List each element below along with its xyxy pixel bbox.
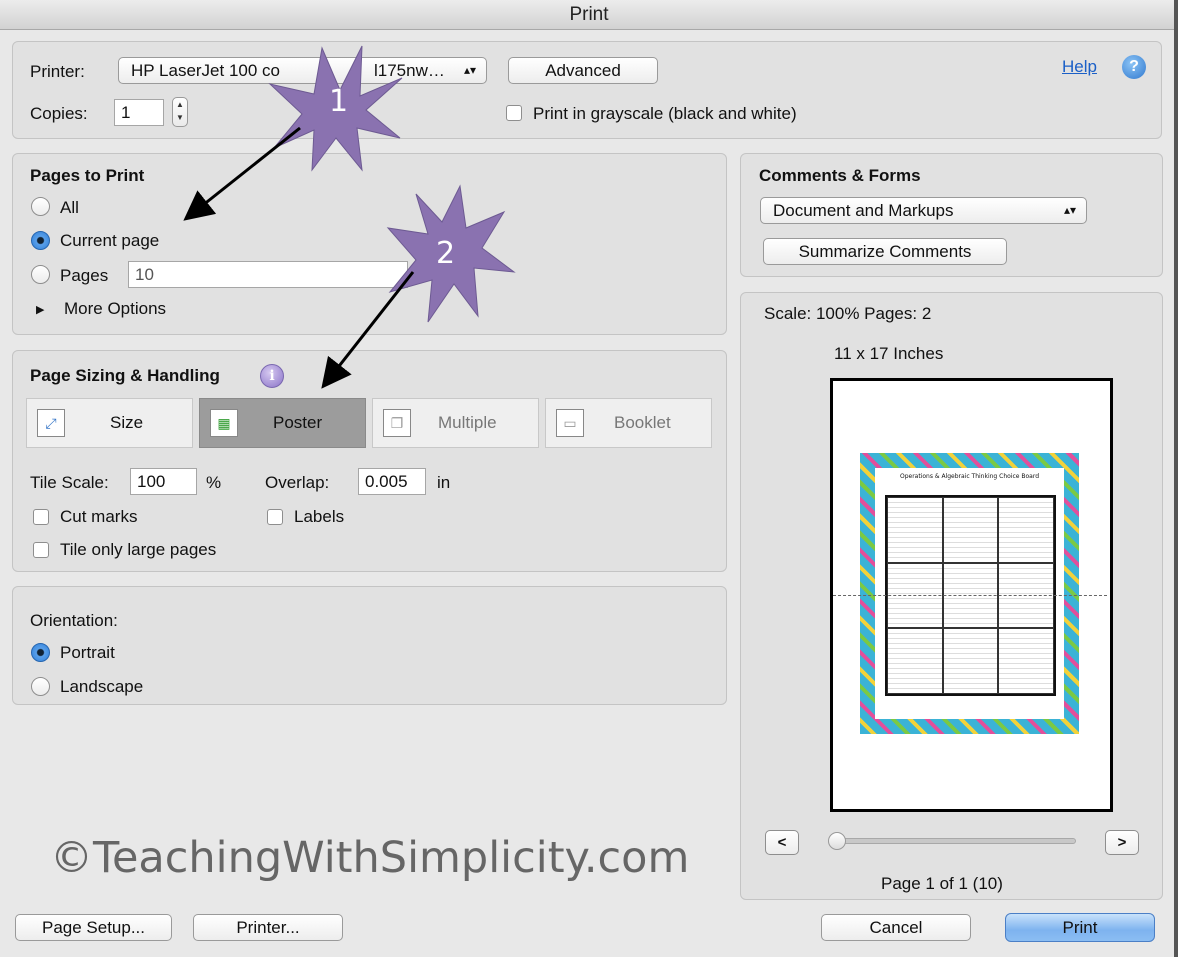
arrow-1 (183, 126, 301, 221)
arrow-2 (321, 271, 415, 389)
annotation-arrows (183, 126, 415, 389)
